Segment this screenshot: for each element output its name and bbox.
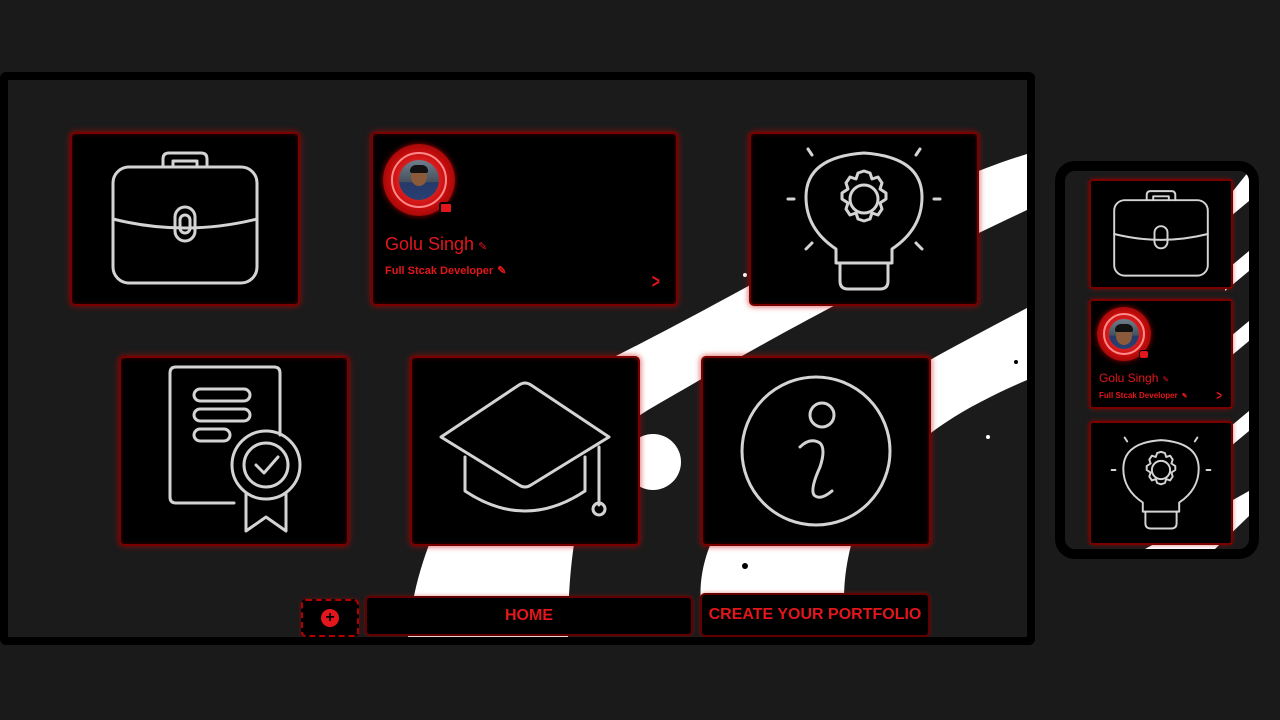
avatar[interactable] bbox=[1097, 307, 1151, 361]
plus-icon: + bbox=[321, 609, 339, 627]
profile-title: Full Stcak Developer ✎ bbox=[385, 264, 507, 277]
edit-pencil-icon[interactable]: ✎ bbox=[497, 264, 506, 277]
mobile-experience-card[interactable] bbox=[1089, 179, 1233, 289]
education-card[interactable] bbox=[410, 356, 640, 546]
camera-icon[interactable] bbox=[1139, 350, 1149, 359]
edit-pencil-icon[interactable]: ✎ bbox=[1182, 392, 1188, 400]
briefcase-icon bbox=[1113, 190, 1209, 277]
create-portfolio-button[interactable]: CREATE YOUR PORTFOLIO bbox=[700, 593, 930, 637]
avatar[interactable] bbox=[383, 144, 455, 216]
mobile-skills-card[interactable] bbox=[1089, 421, 1233, 545]
experience-card[interactable] bbox=[70, 132, 300, 306]
profile-name: Golu Singh ✎ bbox=[385, 234, 488, 254]
profile-title: Full Stcak Developer ✎ bbox=[1099, 391, 1188, 400]
edit-pencil-icon[interactable]: ✎ bbox=[1162, 375, 1169, 384]
graduation-cap-icon bbox=[439, 381, 611, 517]
lightbulb-gear-icon bbox=[786, 147, 942, 291]
skills-card[interactable] bbox=[749, 132, 979, 306]
certificate-icon bbox=[168, 365, 302, 533]
chevron-right-icon[interactable]: > bbox=[652, 271, 660, 294]
add-section-button[interactable]: + bbox=[301, 599, 359, 637]
lightbulb-gear-icon bbox=[1110, 436, 1212, 530]
home-button[interactable]: HOME bbox=[365, 596, 693, 636]
profile-name: Golu Singh ✎ bbox=[1099, 371, 1170, 385]
mobile-profile-card[interactable]: Golu Singh ✎ Full Stcak Developer ✎ > bbox=[1089, 299, 1233, 409]
certifications-card[interactable] bbox=[119, 356, 349, 546]
chevron-right-icon[interactable]: > bbox=[1216, 387, 1222, 403]
about-card[interactable] bbox=[701, 356, 931, 546]
info-icon bbox=[740, 375, 892, 527]
profile-card[interactable]: Golu Singh ✎ Full Stcak Developer ✎ > bbox=[371, 132, 678, 306]
edit-pencil-icon[interactable]: ✎ bbox=[478, 240, 487, 253]
desktop-preview: Golu Singh ✎ Full Stcak Developer ✎ > + … bbox=[0, 72, 1035, 645]
briefcase-icon bbox=[111, 151, 259, 285]
mobile-preview: Golu Singh ✎ Full Stcak Developer ✎ > bbox=[1055, 161, 1259, 559]
camera-icon[interactable] bbox=[439, 202, 453, 214]
